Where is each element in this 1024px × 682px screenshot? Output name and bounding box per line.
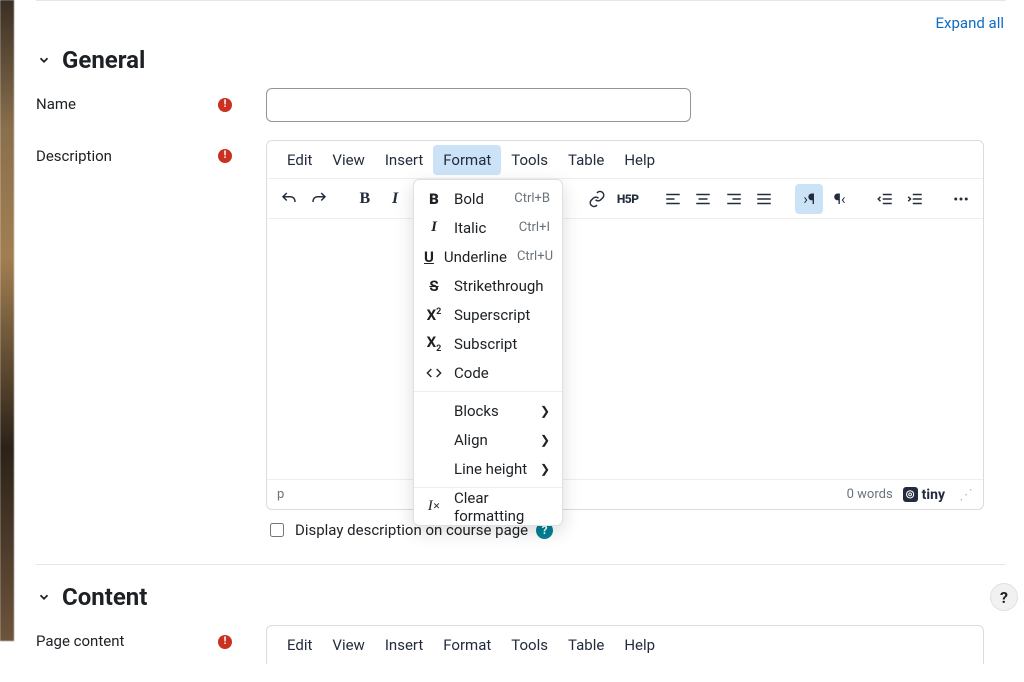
format-underline[interactable]: U Underline Ctrl+U — [414, 242, 562, 271]
outdent-icon[interactable] — [871, 184, 899, 214]
format-strike[interactable]: S Strikethrough — [414, 271, 562, 300]
italic-icon: I — [424, 219, 444, 236]
section-title-general: General — [62, 46, 145, 74]
chevron-right-icon: ❯ — [540, 462, 550, 476]
editor-statusbar: p 0 words ◎tiny ⋰ — [267, 479, 983, 509]
menu-view[interactable]: View — [322, 145, 374, 175]
chevron-right-icon: ❯ — [540, 404, 550, 418]
align-center-icon[interactable] — [689, 184, 717, 214]
menu-help[interactable]: Help — [614, 630, 665, 660]
rtl-icon[interactable]: ¶‹ — [825, 184, 853, 214]
label-name: Name — [36, 95, 76, 113]
label-description: Description — [36, 147, 112, 165]
page-left-strip — [0, 0, 14, 641]
format-clear[interactable]: I✕ Clear formatting — [414, 492, 562, 521]
menu-tools[interactable]: Tools — [501, 630, 558, 660]
required-icon: ! — [218, 149, 232, 163]
menu-edit[interactable]: Edit — [277, 630, 322, 660]
h5p-button[interactable]: H5P — [614, 184, 642, 214]
floating-help-button[interactable]: ? — [990, 583, 1018, 611]
menu-tools[interactable]: Tools — [501, 145, 558, 175]
editor-menubar: Edit View Insert Format Tools Table Help — [267, 626, 983, 664]
code-icon — [424, 365, 444, 381]
format-align[interactable]: Align ❯ — [414, 425, 562, 454]
required-icon: ! — [218, 635, 232, 649]
indent-icon[interactable] — [901, 184, 929, 214]
menu-view[interactable]: View — [322, 630, 374, 660]
menu-insert[interactable]: Insert — [375, 630, 433, 660]
align-justify-icon[interactable] — [750, 184, 778, 214]
section-divider — [36, 564, 1006, 565]
more-icon[interactable] — [947, 184, 975, 214]
format-italic[interactable]: I Italic Ctrl+I — [414, 213, 562, 242]
format-blocks[interactable]: Blocks ❯ — [414, 396, 562, 425]
editor-toolbar: B I H5P ›¶ ¶‹ — [267, 179, 983, 219]
description-editor-body[interactable] — [267, 219, 983, 479]
required-icon: ! — [218, 98, 232, 112]
bold-button[interactable]: B — [351, 184, 379, 214]
format-subscript[interactable]: X2 Subscript — [414, 329, 562, 358]
label-page-content: Page content — [36, 632, 124, 650]
word-count: 0 words — [847, 487, 893, 502]
undo-icon[interactable] — [275, 184, 303, 214]
section-title-content: Content — [62, 583, 147, 611]
format-lineheight[interactable]: Line height ❯ — [414, 454, 562, 483]
menu-table[interactable]: Table — [558, 630, 614, 660]
subscript-icon: X2 — [424, 333, 444, 354]
menu-edit[interactable]: Edit — [277, 145, 322, 175]
menu-help[interactable]: Help — [614, 145, 665, 175]
ltr-icon[interactable]: ›¶ — [795, 184, 823, 214]
align-right-icon[interactable] — [720, 184, 748, 214]
resize-handle[interactable]: ⋰ — [955, 487, 973, 503]
bold-icon: B — [424, 190, 444, 208]
superscript-icon: X2 — [424, 306, 444, 324]
display-description-checkbox[interactable] — [270, 523, 284, 537]
redo-icon[interactable] — [305, 184, 333, 214]
editor-menubar: Edit View Insert Format Tools Table Help — [267, 141, 983, 179]
chevron-down-icon[interactable] — [36, 589, 52, 605]
status-path: p — [277, 487, 284, 502]
chevron-right-icon: ❯ — [540, 433, 550, 447]
page-content-editor: Edit View Insert Format Tools Table Help — [266, 625, 984, 664]
format-dropdown: B Bold Ctrl+B I Italic Ctrl+I U Underlin… — [413, 179, 563, 526]
menu-insert[interactable]: Insert — [375, 145, 433, 175]
strikethrough-icon: S — [424, 277, 444, 295]
format-superscript[interactable]: X2 Superscript — [414, 300, 562, 329]
expand-all-link[interactable]: Expand all — [936, 14, 1006, 32]
description-editor: Edit View Insert Format Tools Table Help — [266, 140, 984, 510]
tiny-logo: ◎tiny — [903, 487, 945, 503]
format-code[interactable]: Code — [414, 358, 562, 387]
menu-table[interactable]: Table — [558, 145, 614, 175]
link-button[interactable] — [583, 184, 611, 214]
clear-formatting-icon: I✕ — [424, 498, 444, 515]
align-left-icon[interactable] — [659, 184, 687, 214]
underline-icon: U — [424, 248, 434, 266]
chevron-down-icon[interactable] — [36, 52, 52, 68]
name-input[interactable] — [266, 88, 691, 122]
menu-format[interactable]: Format — [433, 145, 501, 175]
format-bold[interactable]: B Bold Ctrl+B — [414, 184, 562, 213]
menu-format[interactable]: Format — [433, 630, 501, 660]
italic-button[interactable]: I — [381, 184, 409, 214]
